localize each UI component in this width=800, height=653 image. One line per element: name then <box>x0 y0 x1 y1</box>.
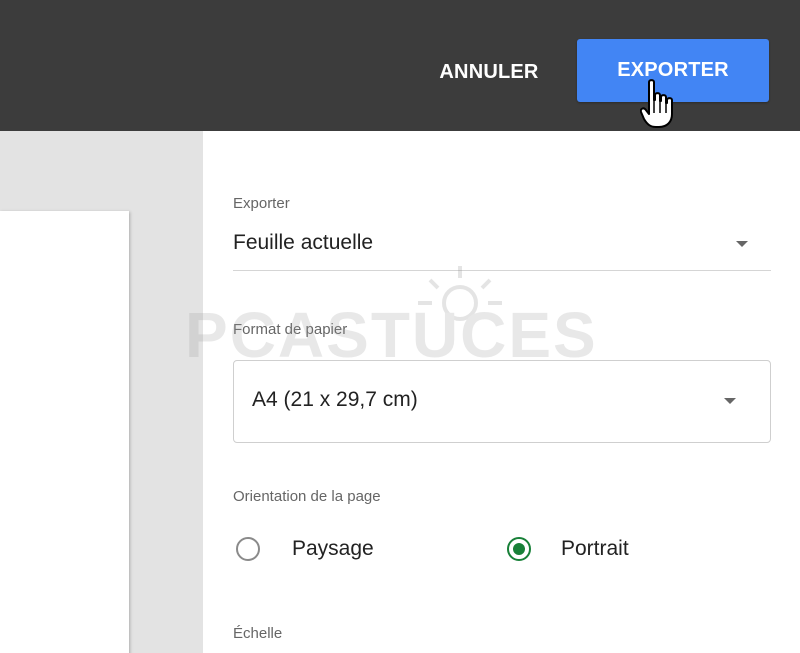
action-bar: ANNULER EXPORTER <box>0 0 800 131</box>
paper-format-select[interactable]: A4 (21 x 29,7 cm) <box>233 360 771 443</box>
paper-format-label: Format de papier <box>233 321 348 338</box>
print-export-dialog: ANNULER EXPORTER Exporter Feuille actuel… <box>0 0 800 653</box>
radio-portrait-label[interactable]: Portrait <box>561 537 629 561</box>
radio-portrait[interactable] <box>507 537 531 561</box>
scale-label: Échelle <box>233 625 283 642</box>
settings-panel: Exporter Feuille actuelle Format de papi… <box>203 131 800 653</box>
radio-landscape[interactable] <box>236 537 260 561</box>
caret-down-icon <box>736 241 748 247</box>
export-select[interactable]: Feuille actuelle <box>233 223 771 271</box>
radio-landscape-label[interactable]: Paysage <box>292 537 374 561</box>
print-preview-area <box>0 131 203 653</box>
orientation-label: Orientation de la page <box>233 488 381 505</box>
paper-format-value: A4 (21 x 29,7 cm) <box>252 388 418 411</box>
preview-page <box>0 211 129 653</box>
cancel-button[interactable]: ANNULER <box>416 44 562 100</box>
caret-down-icon <box>724 398 736 404</box>
export-label: Exporter <box>233 195 290 212</box>
hand-pointer-icon <box>640 79 673 128</box>
export-select-value: Feuille actuelle <box>233 231 374 254</box>
